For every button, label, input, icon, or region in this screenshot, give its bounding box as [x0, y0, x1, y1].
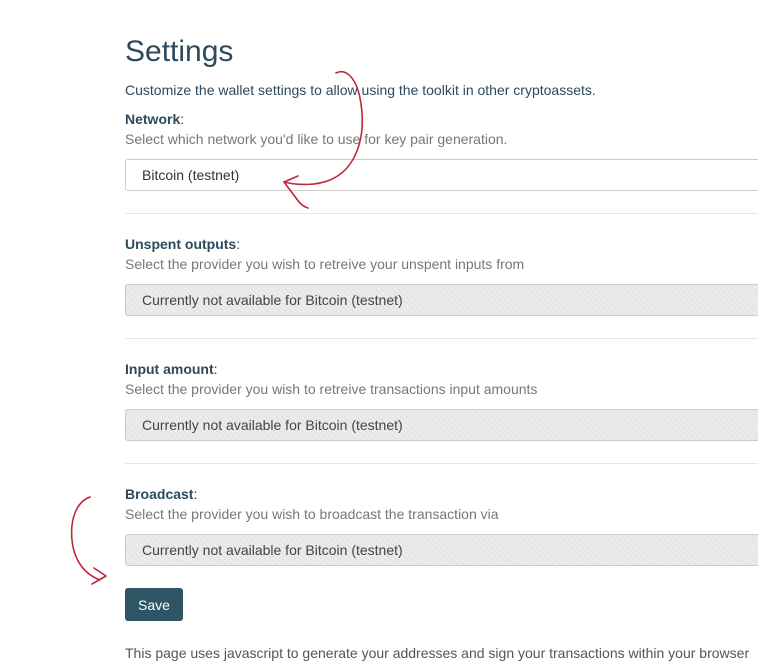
page-title: Settings [125, 35, 234, 68]
footer-note: This page uses javascript to generate yo… [125, 645, 750, 661]
page-description: Customize the wallet settings to allow u… [125, 82, 596, 98]
network-select[interactable]: Bitcoin (testnet) [125, 159, 758, 191]
annotation-arrowhead-save [91, 567, 107, 585]
unspent-outputs-section: Unspent outputs: Select the provider you… [125, 235, 758, 273]
unspent-outputs-select: Currently not available for Bitcoin (tes… [125, 284, 758, 316]
input-amount-select: Currently not available for Bitcoin (tes… [125, 409, 758, 441]
broadcast-label: Broadcast [125, 486, 194, 502]
save-button[interactable]: Save [125, 588, 183, 621]
broadcast-help: Select the provider you wish to broadcas… [125, 506, 499, 522]
input-amount-help: Select the provider you wish to retreive… [125, 381, 538, 397]
section-divider [125, 213, 758, 214]
network-help: Select which network you'd like to use f… [125, 131, 508, 147]
network-section: Network: Select which network you'd like… [125, 110, 758, 148]
section-divider [125, 338, 758, 339]
broadcast-select: Currently not available for Bitcoin (tes… [125, 534, 758, 566]
input-amount-label: Input amount [125, 361, 214, 377]
annotation-arrow-save [70, 496, 101, 581]
unspent-outputs-label: Unspent outputs [125, 236, 237, 252]
network-label: Network [125, 111, 181, 127]
unspent-outputs-help: Select the provider you wish to retreive… [125, 256, 525, 272]
broadcast-section: Broadcast: Select the provider you wish … [125, 485, 758, 523]
input-amount-section: Input amount: Select the provider you wi… [125, 360, 758, 398]
section-divider [125, 463, 758, 464]
